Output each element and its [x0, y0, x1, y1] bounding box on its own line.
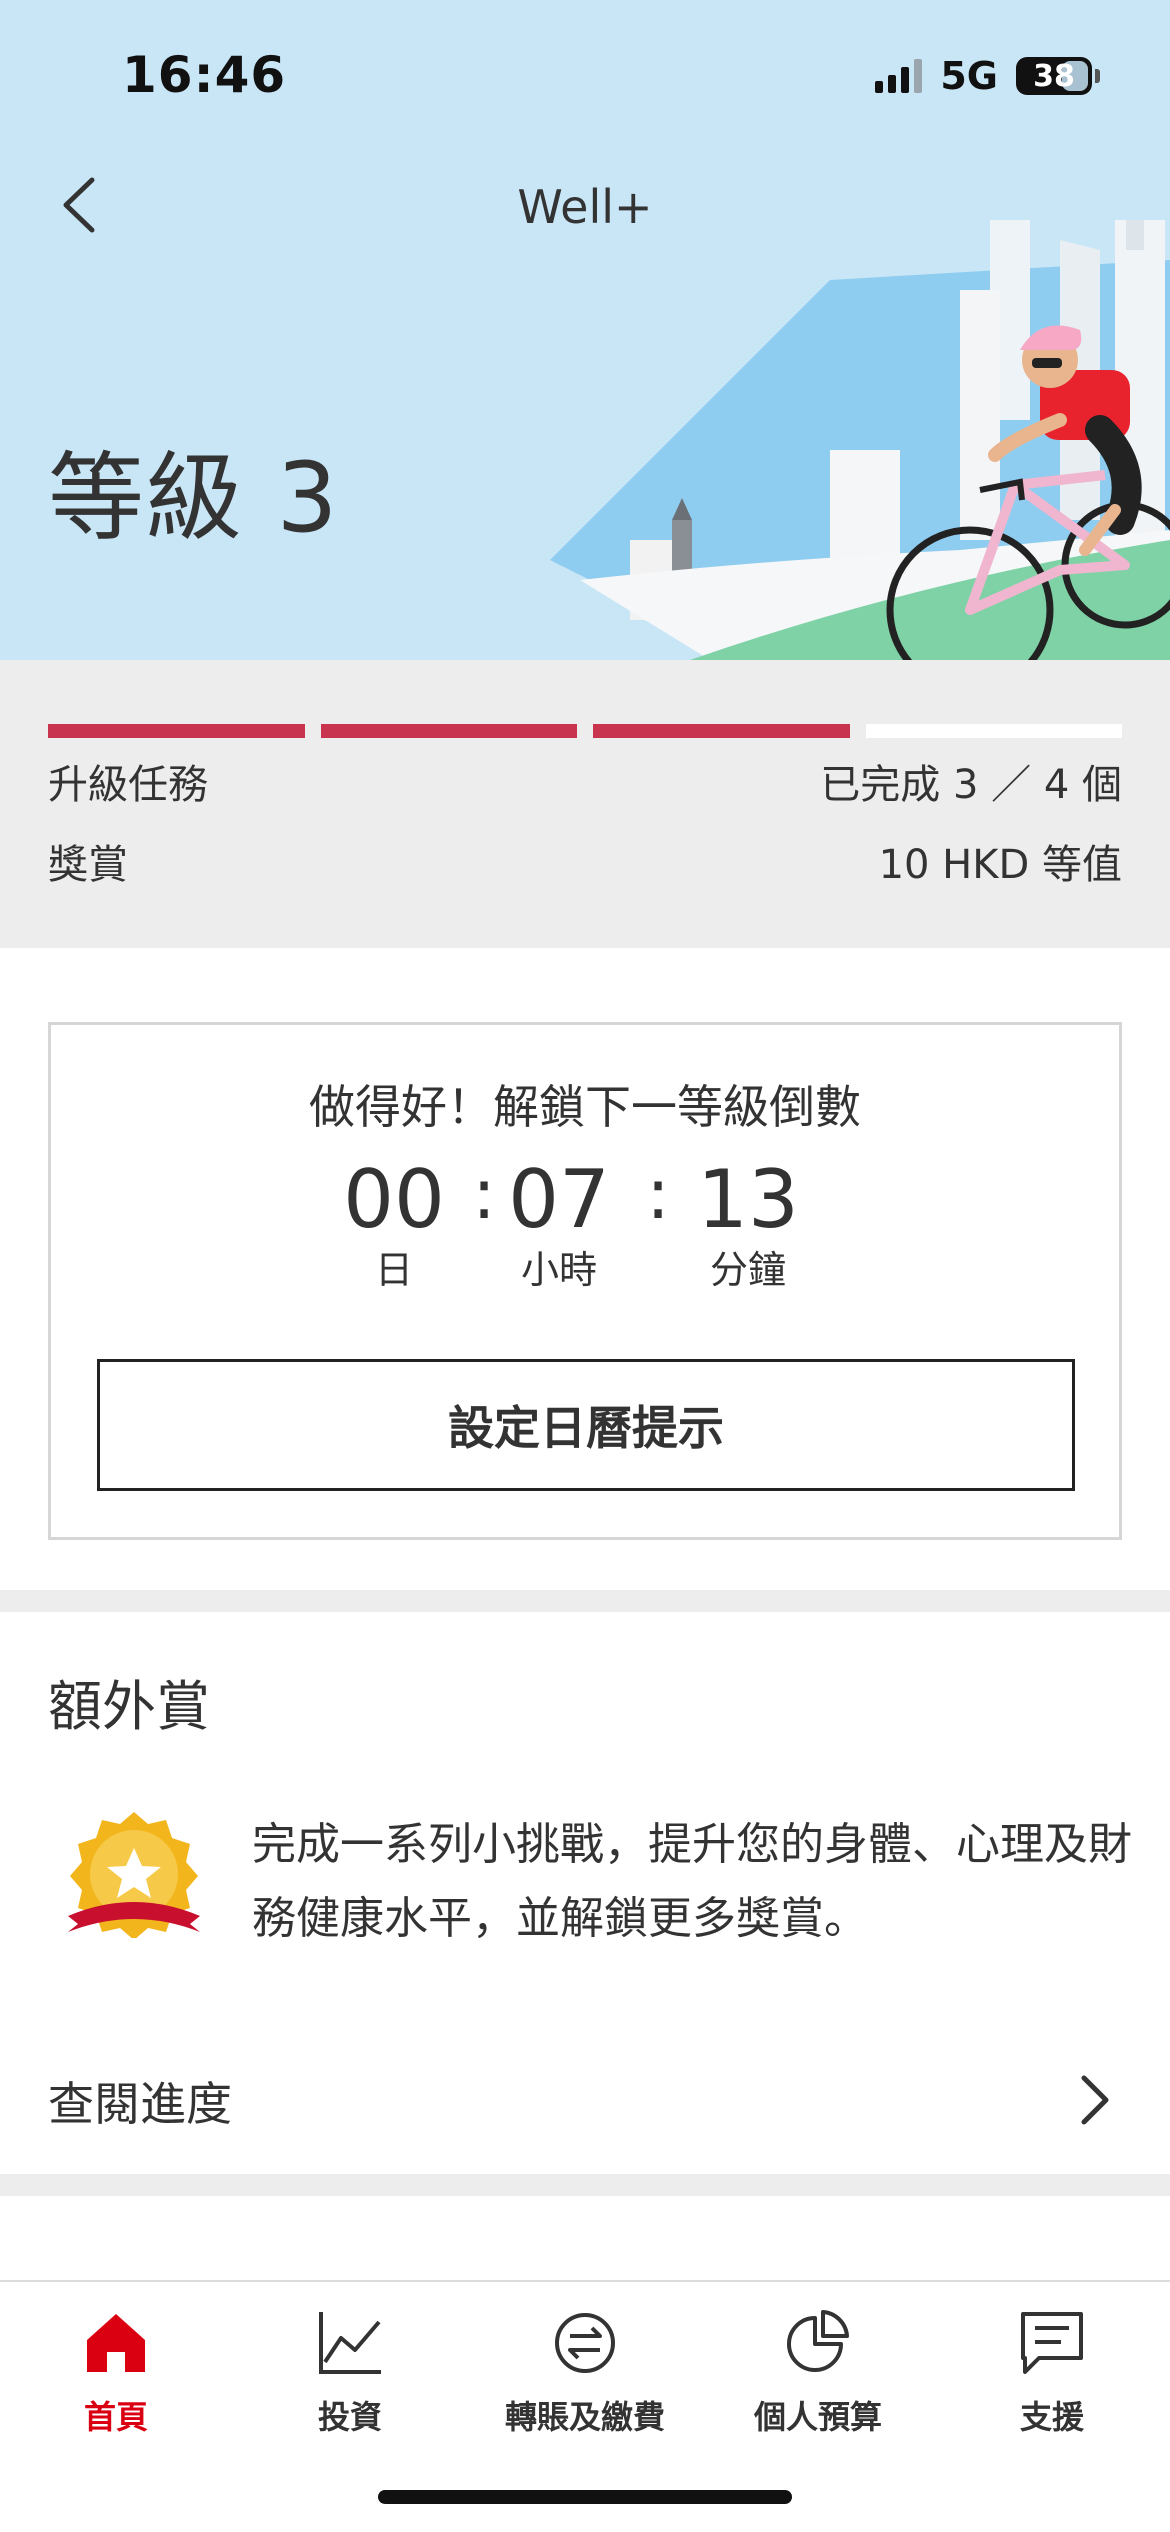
hero-banner: 16:46 5G 38 Well+ 等級 3: [0, 0, 1170, 660]
level-title: 等級 3: [48, 442, 340, 554]
upgrade-tasks-label: 升級任務: [48, 762, 208, 808]
reward-label: 獎賞: [48, 842, 128, 888]
status-bar: 16:46 5G 38: [0, 0, 1170, 150]
chat-icon: [1021, 2312, 1083, 2374]
set-calendar-reminder-button[interactable]: 設定日曆提示: [97, 1359, 1075, 1491]
chart-line-icon: [319, 2312, 381, 2374]
network-type: 5G: [940, 54, 998, 98]
section-divider: [0, 2174, 1170, 2196]
level-progress-section: 升級任務 已完成 3 ／ 4 個 獎賞 10 HKD 等值: [0, 660, 1170, 948]
cyclist-illustration: [550, 220, 1170, 660]
chevron-right-icon: [1081, 2075, 1109, 2125]
home-icon: [87, 2314, 145, 2372]
tab-home[interactable]: 首頁: [6, 2308, 226, 2458]
upgrade-tasks-row: 升級任務 已完成 3 ／ 4 個: [48, 752, 1122, 810]
countdown-minutes: 13: [697, 1153, 799, 1246]
reward-row: 獎賞 10 HKD 等值: [48, 832, 1122, 890]
tab-label: 首頁: [83, 2398, 148, 2436]
status-indicators: 5G 38: [875, 54, 1100, 98]
countdown-hours: 07: [508, 1153, 610, 1246]
bonus-description: 完成一系列小挑戰，提升您的身體、心理及財務健康水平，並解鎖更多獎賞。: [252, 1819, 1132, 1944]
countdown-card: 做得好！解鎖下一等級倒數 00 : 07 : 13 日 小時 分鐘 設定日曆提示: [48, 1022, 1122, 1540]
tab-label: 轉賬及繳費: [504, 2398, 665, 2436]
progress-segment: [865, 724, 1122, 738]
tab-label: 投資: [317, 2398, 382, 2436]
countdown-heading: 做得好！解鎖下一等級倒數: [309, 1080, 861, 1134]
tab-support[interactable]: 支援: [942, 2308, 1162, 2458]
signal-icon: [875, 59, 923, 93]
reward-value: 10 HKD 等值: [878, 842, 1122, 888]
bonus-title: 額外賞: [48, 1675, 210, 1738]
section-divider: [0, 1590, 1170, 1612]
countdown-days: 00: [343, 1153, 445, 1246]
countdown-hours-unit: 小時: [520, 1248, 597, 1292]
battery-icon: 38: [1016, 57, 1100, 95]
tab-invest[interactable]: 投資: [240, 2308, 460, 2458]
upgrade-tasks-value: 已完成 3 ／ 4 個: [820, 762, 1122, 808]
tab-transfer[interactable]: 轉賬及繳費: [475, 2308, 695, 2458]
countdown-days-unit: 日: [374, 1248, 413, 1292]
view-progress-label: 查閱進度: [48, 2077, 232, 2131]
progress-segments: [48, 724, 1122, 738]
pie-chart-icon: [787, 2310, 849, 2372]
battery-percent: 38: [1033, 58, 1075, 94]
tab-label: 個人預算: [753, 2398, 882, 2436]
progress-segment: [48, 724, 305, 738]
tab-budget[interactable]: 個人預算: [708, 2308, 928, 2458]
view-progress-link[interactable]: 查閱進度: [0, 2040, 1170, 2150]
tab-label: 支援: [1019, 2398, 1084, 2436]
progress-segment: [320, 724, 577, 738]
progress-segment: [593, 724, 850, 738]
status-time: 16:46: [122, 46, 287, 104]
countdown-minutes-unit: 分鐘: [709, 1248, 786, 1292]
home-indicator: [378, 2490, 792, 2504]
transfer-icon: [555, 2313, 615, 2373]
star-medal-icon: [68, 1812, 200, 1938]
